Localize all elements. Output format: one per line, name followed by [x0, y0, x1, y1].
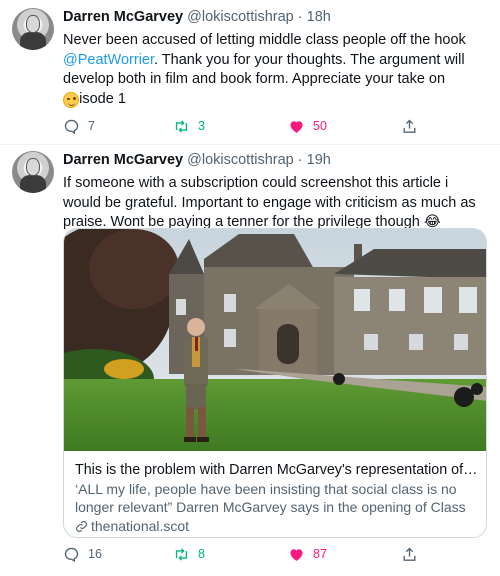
like-button[interactable]: 87 [288, 544, 327, 564]
card-domain-text: thenational.scot [91, 518, 190, 534]
article-photo [64, 229, 486, 451]
tweet-text: Never been accused of letting middle cla… [63, 31, 488, 109]
link-card[interactable]: This is the problem with Darren McGarvey… [63, 228, 487, 538]
retweet-button[interactable]: 8 [173, 544, 205, 564]
like-button[interactable]: 50 [288, 116, 327, 136]
winking-face-emoji [63, 92, 79, 108]
retweet-icon [175, 119, 188, 133]
retweet-count: 8 [198, 547, 205, 561]
avatar-face [26, 15, 40, 33]
tweet[interactable]: Darren McGarvey @lokiscottishrap · 18h N… [0, 0, 500, 145]
reply-icon [64, 119, 79, 134]
card-title[interactable]: This is the problem with Darren McGarvey… [75, 461, 480, 479]
article-photo-image [64, 229, 486, 451]
emoji-eye [73, 97, 76, 100]
reply-icon [64, 547, 79, 562]
author-handle[interactable]: @lokiscottishrap [187, 152, 294, 168]
separator: · [297, 9, 303, 25]
heart-icon [290, 120, 303, 133]
author-name[interactable]: Darren McGarvey [63, 152, 183, 168]
reply-count: 16 [88, 547, 102, 561]
separator: · [297, 152, 303, 168]
share-button[interactable] [401, 544, 418, 564]
retweet-button[interactable]: 3 [173, 116, 205, 136]
retweet-icon [175, 547, 188, 561]
share-icon [403, 547, 416, 561]
tweet-header: Darren McGarvey @lokiscottishrap · 19h [63, 151, 331, 169]
timestamp[interactable]: 18h [307, 9, 331, 25]
tweet-header: Darren McGarvey @lokiscottishrap · 18h [63, 8, 331, 26]
author-name[interactable]: Darren McGarvey [63, 9, 183, 25]
retweet-count: 3 [198, 119, 205, 133]
reply-button[interactable]: 7 [63, 116, 95, 136]
card-description: ‘ALL my life, people have been insisting… [75, 481, 466, 515]
tweet-text-start: Never been accused of letting middle cla… [63, 32, 466, 48]
tweet-text: If someone with a subscription could scr… [63, 175, 476, 230]
avatar-body [20, 32, 46, 50]
avatar-face [26, 158, 40, 176]
share-button[interactable] [401, 116, 418, 136]
like-count: 87 [313, 547, 327, 561]
reply-count: 7 [88, 119, 95, 133]
card-domain[interactable]: thenational.scot [75, 517, 189, 535]
share-icon [403, 119, 416, 133]
link-icon [76, 520, 87, 532]
tweet-actions: 7 3 50 [63, 116, 443, 136]
reply-button[interactable]: 16 [63, 544, 102, 564]
avatar[interactable] [12, 151, 54, 193]
author-handle[interactable]: @lokiscottishrap [187, 9, 294, 25]
avatar[interactable] [12, 8, 54, 50]
avatar-body [20, 175, 46, 193]
like-count: 50 [313, 119, 327, 133]
timestamp[interactable]: 19h [307, 152, 331, 168]
heart-icon [290, 548, 303, 561]
mention-link[interactable]: @PeatWorrier [63, 52, 154, 68]
tweet-actions: 16 8 87 [63, 544, 443, 564]
